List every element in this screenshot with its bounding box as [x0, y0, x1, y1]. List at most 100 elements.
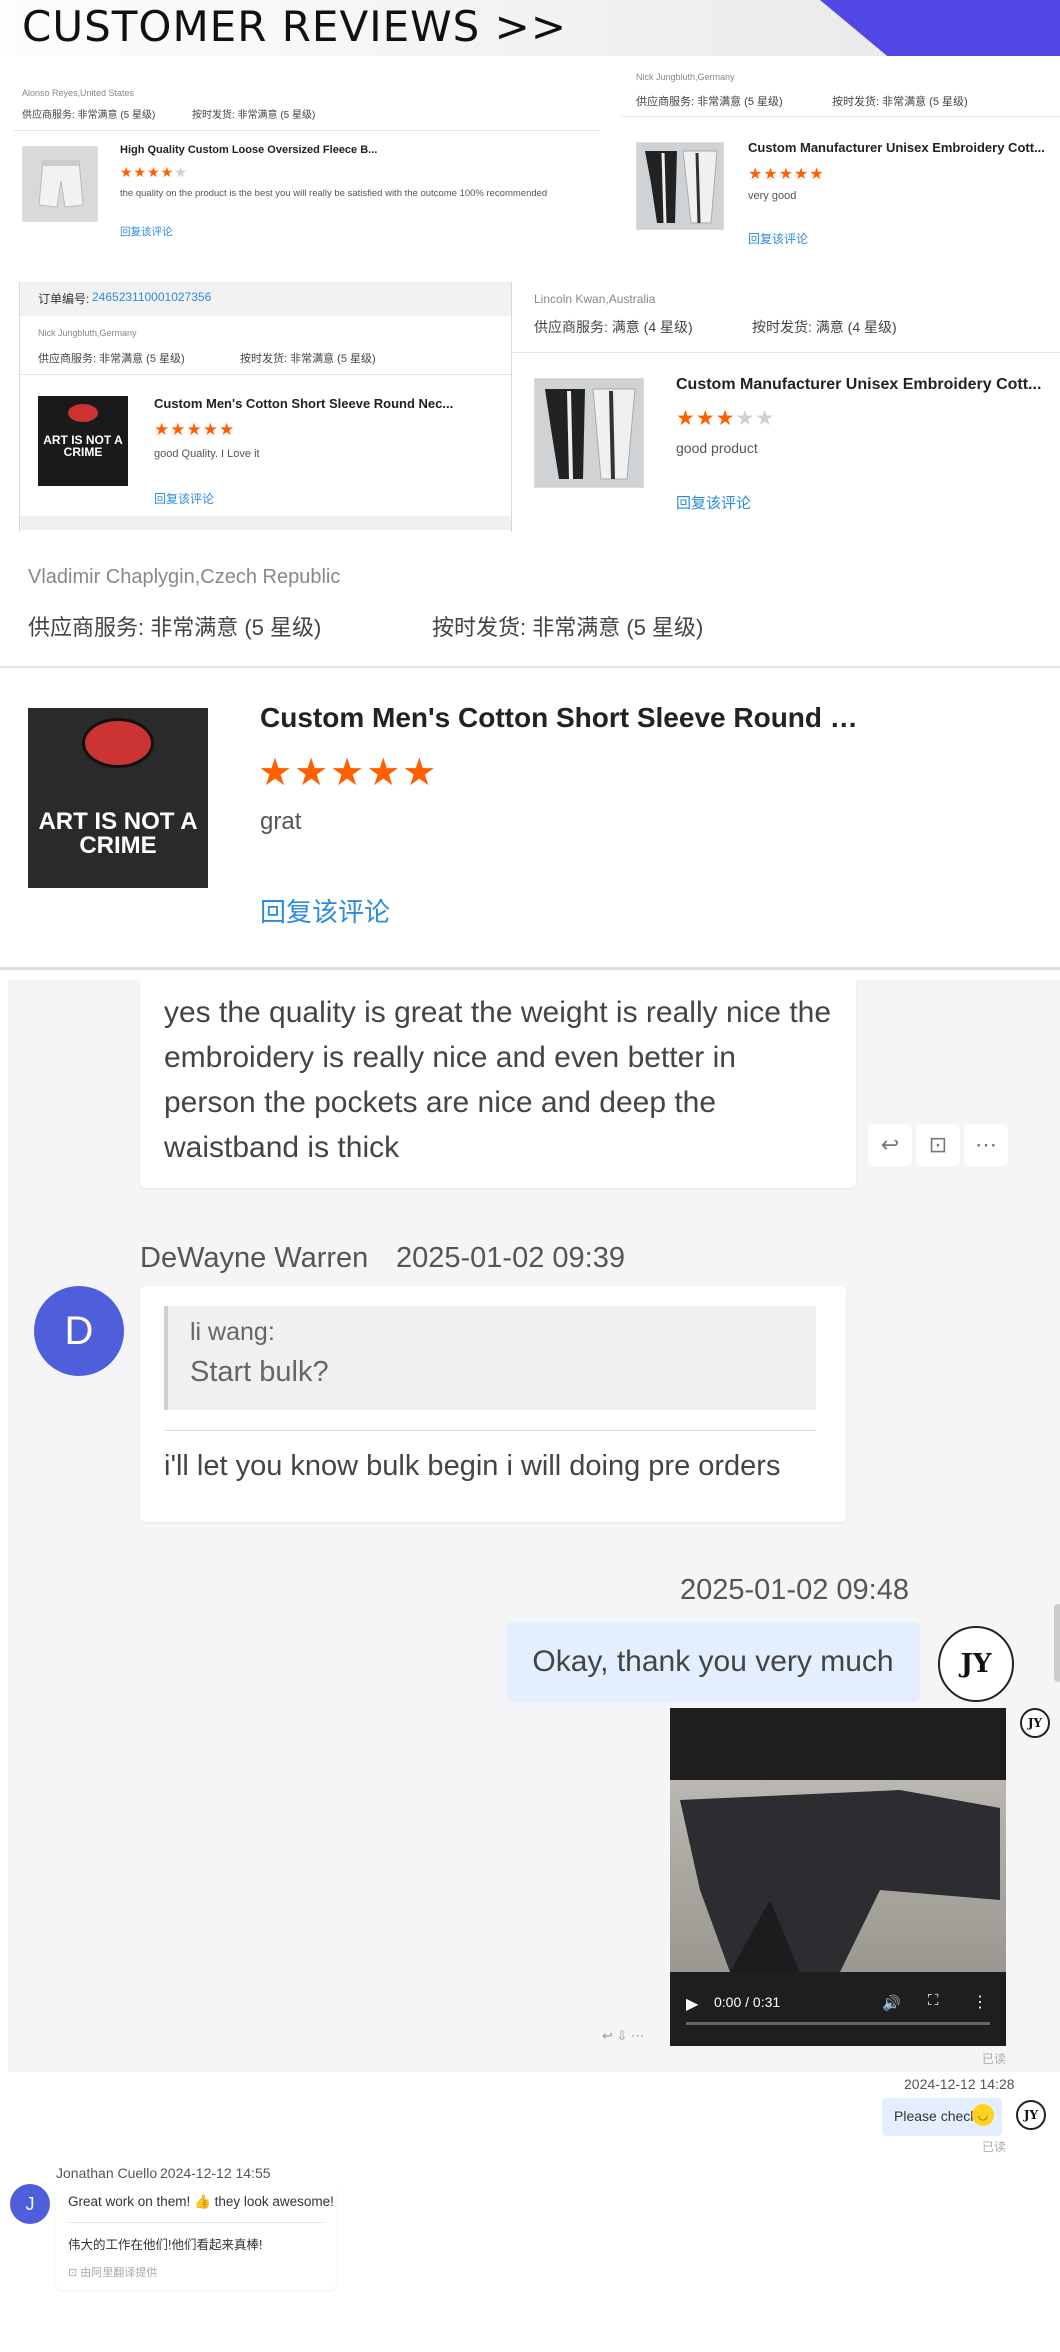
reply-review-link[interactable]: 回复该评论	[748, 230, 808, 247]
quoted-message: li wang: Start bulk?	[164, 1306, 816, 1410]
emoji-icon: ◡	[972, 2104, 994, 2126]
avatar[interactable]: D	[34, 1286, 124, 1376]
play-icon[interactable]: ▶	[686, 1994, 698, 2014]
star-rating: ★★★★★	[258, 752, 439, 794]
supplier-service-rating: 供应商服务: 满意 (4 星级)	[534, 319, 693, 335]
divider	[14, 130, 600, 131]
star-rating: ★★★★★	[120, 164, 188, 180]
border-left	[19, 282, 20, 532]
review-card-5: Vladimir Chaplygin,Czech Republic 供应商服务:…	[0, 554, 1060, 972]
shirt-graphic-icon	[68, 404, 98, 422]
jy-logo-avatar: JY	[1016, 2100, 1046, 2130]
product-title-link[interactable]: High Quality Custom Loose Oversized Flee…	[120, 144, 390, 156]
read-status: 已读	[982, 2052, 1007, 2066]
avatar[interactable]: J	[10, 2184, 50, 2224]
page-title: CUSTOMER REVIEWS >>	[22, 2, 568, 51]
translated-text: 伟大的工作在他们!他们看起来真棒!	[68, 2238, 263, 2252]
reply-review-link[interactable]: 回复该评论	[676, 492, 751, 513]
shirt-graphic-icon	[82, 718, 154, 768]
product-thumbnail[interactable]	[22, 146, 98, 222]
shirt-print-text: ART IS NOT A CRIME	[38, 808, 198, 859]
message-time: 2025-01-02 09:39	[396, 1242, 625, 1274]
message-bubble: yes the quality is great the weight is r…	[140, 980, 856, 1188]
reviewer-name: Nick Jungbluth,Germany	[636, 72, 735, 82]
scrollbar[interactable]	[1054, 1604, 1060, 1682]
supplier-service-rating: 供应商服务: 非常满意 (5 星级)	[28, 615, 322, 640]
review-text: grat	[260, 808, 302, 835]
divider	[0, 666, 1060, 668]
supplier-service-rating: 供应商服务: 非常满意 (5 星级)	[22, 110, 156, 121]
message-text: Great work on them! 👍 they look awesome!	[68, 2194, 334, 2209]
on-time-delivery-rating: 按时发货: 非常满意 (5 星级)	[192, 110, 316, 121]
page-header: CUSTOMER REVIEWS >>	[0, 0, 1060, 56]
jeans-image-icon	[680, 1790, 1000, 1972]
reply-review-link[interactable]: 回复该评论	[154, 490, 214, 507]
reviewer-name: Vladimir Chaplygin,Czech Republic	[28, 566, 341, 588]
reply-review-link[interactable]: 回复该评论	[120, 224, 173, 239]
reply-icon[interactable]: ↩	[868, 1124, 912, 1166]
star-rating: ★★★★★	[154, 420, 236, 439]
star-rating: ★★★★★	[748, 166, 825, 183]
on-time-delivery-rating: 按时发货: 非常满意 (5 星级)	[240, 353, 376, 365]
reviewer-name: Alonso Reyes,United States	[22, 88, 135, 98]
product-thumbnail[interactable]: ART IS NOT A CRIME	[38, 396, 128, 486]
reply-review-link[interactable]: 回复该评论	[260, 892, 390, 929]
video-progress-bar[interactable]	[686, 2022, 990, 2025]
on-time-delivery-rating: 按时发货: 非常满意 (5 星级)	[832, 96, 968, 108]
reviewer-name: Lincoln Kwan,Australia	[534, 292, 656, 306]
video-more-icon[interactable]: ⋮	[972, 1992, 988, 2012]
shorts-image-icon	[23, 147, 97, 221]
product-title-link[interactable]: Custom Manufacturer Unisex Embroidery Co…	[748, 140, 1048, 155]
divider	[0, 967, 1060, 970]
review-text: good product	[676, 440, 758, 456]
sender-name: DeWayne Warren	[140, 1242, 369, 1274]
product-title-link[interactable]: Custom Men's Cotton Short Sleeve Round N…	[260, 702, 870, 734]
reply-text: i'll let you know bulk begin i will doin…	[164, 1450, 781, 1482]
quoted-text: Start bulk?	[190, 1356, 329, 1388]
order-bar: 订单编号: 246523110001027356	[20, 282, 512, 316]
outgoing-message: Okay, thank you very much	[506, 1622, 920, 1702]
supplier-service-rating: 供应商服务: 非常满意 (5 星级)	[38, 353, 185, 365]
product-thumbnail[interactable]: ART IS NOT A CRIME	[28, 708, 208, 888]
volume-icon[interactable]: 🔊	[882, 1994, 901, 2012]
divider	[164, 1430, 816, 1431]
message-bubble: Great work on them! 👍 they look awesome!…	[56, 2184, 336, 2290]
on-time-delivery-rating: 按时发货: 非常满意 (5 星级)	[432, 615, 704, 640]
outgoing-message: Please check ◡	[882, 2098, 1002, 2136]
more-icon[interactable]: ⋯	[964, 1124, 1008, 1166]
sender-name: Jonathan Cuello	[56, 2165, 158, 2181]
video-actions-icon[interactable]: ↩ ⇩ ⋯	[602, 2028, 644, 2044]
card-footer	[20, 516, 512, 530]
reviewer-name: Nick Jungbluth,Germany	[38, 328, 137, 338]
header-accent-shape	[820, 0, 1060, 56]
review-card-2: Nick Jungbluth,Germany 供应商服务: 非常满意 (5 星级…	[622, 66, 1060, 256]
on-time-delivery-rating: 按时发货: 满意 (4 星级)	[752, 319, 897, 335]
star-rating: ★★★★★	[676, 407, 776, 430]
fullscreen-icon[interactable]: ⛶	[928, 1992, 939, 2009]
supplier-service-rating: 供应商服务: 非常满意 (5 星级)	[636, 96, 783, 108]
product-title-link[interactable]: Custom Men's Cotton Short Sleeve Round N…	[154, 396, 464, 411]
read-status: 已读	[982, 2140, 1007, 2154]
video-player[interactable]: ▶ 0:00 / 0:31 🔊 ⛶ ⋮	[670, 1708, 1006, 2046]
review-text: the quality on the product is the best y…	[120, 188, 548, 199]
product-thumbnail[interactable]	[534, 378, 644, 488]
message-text: Please check	[894, 2108, 978, 2124]
chat-panel: yes the quality is great the weight is r…	[8, 980, 1060, 2072]
sweatpants-image-icon	[637, 143, 723, 229]
divider	[20, 374, 512, 375]
video-frame	[670, 1780, 1006, 1972]
jy-logo-avatar: JY	[1020, 1708, 1050, 1738]
product-title-link[interactable]: Custom Manufacturer Unisex Embroidery Co…	[676, 376, 1050, 394]
review-card-3: 订单编号: 246523110001027356 Nick Jungbluth,…	[20, 282, 512, 532]
order-number-link[interactable]: 246523110001027356	[92, 290, 211, 304]
divider	[622, 116, 1060, 117]
shirt-print-text: ART IS NOT A CRIME	[43, 433, 123, 459]
product-thumbnail[interactable]	[636, 142, 724, 230]
video-time: 0:00 / 0:31	[714, 1994, 781, 2010]
divider	[68, 2222, 324, 2223]
translate-icon[interactable]: ⊡	[916, 1124, 960, 1166]
translation-source-text: 由阿里翻译提供	[80, 2267, 158, 2279]
review-text: good Quality. I Love it	[154, 448, 260, 460]
sweatpants-image-icon	[535, 379, 643, 487]
message-time: 2025-01-02 09:48	[680, 1574, 909, 1606]
